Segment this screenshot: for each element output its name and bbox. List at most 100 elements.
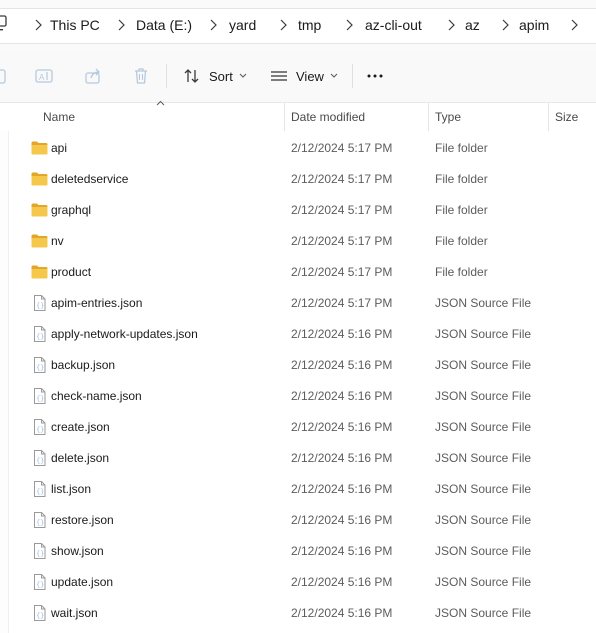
json-file-icon: {} — [34, 388, 46, 404]
folder-icon — [31, 203, 48, 217]
file-name: wait.json — [51, 606, 98, 620]
svg-text:A: A — [39, 73, 45, 82]
file-name: update.json — [51, 575, 114, 589]
file-name: check-name.json — [51, 389, 142, 403]
chevron-right-icon[interactable] — [275, 17, 291, 33]
file-type: File folder — [435, 172, 488, 186]
breadcrumb-item[interactable]: This PC — [50, 16, 100, 34]
rename-icon: A — [35, 69, 53, 83]
chevron-right-icon[interactable] — [205, 17, 221, 33]
date-modified: 2/12/2024 5:16 PM — [291, 606, 393, 620]
file-name: create.json — [51, 420, 110, 434]
svg-text:{}: {} — [36, 519, 44, 526]
column-type[interactable]: Type — [435, 110, 461, 124]
sort-label: Sort — [209, 68, 233, 84]
column-name[interactable]: Name — [43, 110, 75, 124]
list-item[interactable]: {} show.json 2/12/2024 5:16 PM JSON Source … — [0, 536, 596, 567]
json-file-icon: {} — [34, 543, 46, 559]
folder-icon — [31, 141, 48, 155]
breadcrumb-item[interactable]: tmp — [298, 16, 321, 34]
svg-text:{}: {} — [36, 581, 44, 588]
view-button[interactable]: View — [270, 64, 338, 88]
folder-icon — [31, 172, 48, 186]
folder-icon — [31, 265, 48, 279]
date-modified: 2/12/2024 5:17 PM — [291, 265, 393, 279]
list-item[interactable]: graphql 2/12/2024 5:17 PM File folder — [0, 195, 596, 226]
list-item[interactable]: {} backup.json 2/12/2024 5:16 PM JSON Sourc… — [0, 350, 596, 381]
share-icon — [85, 68, 100, 84]
file-type: JSON Source File — [435, 389, 532, 403]
list-item[interactable]: {} apply-network-updates.json 2/12/2024 5:… — [0, 319, 596, 350]
json-file-icon: {} — [34, 326, 46, 342]
share-button[interactable] — [84, 64, 102, 88]
file-list: api 2/12/2024 5:17 PM File folder deletedse… — [0, 133, 596, 629]
chevron-down-icon — [330, 73, 338, 78]
list-item[interactable]: {} update.json 2/12/2024 5:16 PM JSON Sourc… — [0, 567, 596, 598]
list-item[interactable]: {} list.json 2/12/2024 5:16 PM JSON Source … — [0, 474, 596, 505]
file-name: apply-network-updates.json — [51, 327, 198, 341]
svg-text:{}: {} — [36, 488, 44, 495]
this-pc-icon[interactable] — [0, 15, 8, 33]
list-item[interactable]: nv 2/12/2024 5:17 PM File folder — [0, 226, 596, 257]
date-modified: 2/12/2024 5:17 PM — [291, 234, 393, 248]
chevron-right-icon[interactable] — [113, 17, 129, 33]
breadcrumb-item[interactable]: Data (E:) — [136, 16, 192, 34]
list-item[interactable]: {} create.json 2/12/2024 5:16 PM JSON Sourc… — [0, 412, 596, 443]
breadcrumb-item[interactable]: apim — [519, 16, 549, 34]
address-bar: This PC Data (E:) yard tmp az-cli-out az apim — [0, 0, 596, 50]
svg-text:{}: {} — [36, 333, 44, 340]
breadcrumb-item[interactable]: az-cli-out — [365, 16, 422, 34]
date-modified: 2/12/2024 5:16 PM — [291, 358, 393, 372]
breadcrumb-item[interactable]: az — [465, 16, 480, 34]
column-divider[interactable] — [284, 103, 285, 131]
list-item[interactable]: {} wait.json 2/12/2024 5:16 PM JSON Source … — [0, 598, 596, 629]
chevron-right-icon[interactable] — [443, 17, 459, 33]
list-item[interactable]: {} check-name.json 2/12/2024 5:16 PM JSON S… — [0, 381, 596, 412]
svg-text:{}: {} — [36, 395, 44, 402]
list-item[interactable]: api 2/12/2024 5:17 PM File folder — [0, 133, 596, 164]
trash-icon — [135, 68, 147, 84]
file-name: show.json — [51, 544, 104, 558]
date-modified: 2/12/2024 5:16 PM — [291, 451, 393, 465]
sort-button[interactable]: Sort — [183, 64, 247, 88]
column-size[interactable]: Size — [555, 110, 578, 124]
date-modified: 2/12/2024 5:17 PM — [291, 141, 393, 155]
delete-button[interactable] — [133, 64, 149, 88]
list-item[interactable]: deletedservice 2/12/2024 5:17 PM File fold… — [0, 164, 596, 195]
column-date-modified[interactable]: Date modified — [291, 110, 365, 124]
chevron-right-icon[interactable] — [341, 17, 357, 33]
chevron-right-icon[interactable] — [497, 17, 513, 33]
file-name: api — [51, 141, 68, 155]
file-name: graphql — [51, 203, 92, 217]
file-type: JSON Source File — [435, 606, 532, 620]
list-item[interactable]: product 2/12/2024 5:17 PM File folder — [0, 257, 596, 288]
date-modified: 2/12/2024 5:17 PM — [291, 296, 393, 310]
json-file-icon: {} — [34, 295, 46, 311]
file-type: JSON Source File — [435, 451, 532, 465]
chevron-right-icon[interactable] — [30, 17, 46, 33]
file-name: restore.json — [51, 513, 114, 527]
chevron-right-icon[interactable] — [566, 17, 582, 33]
column-divider[interactable] — [548, 103, 549, 131]
command-bar: A Sort View — [0, 50, 596, 103]
copy-button[interactable] — [0, 64, 6, 88]
date-modified: 2/12/2024 5:16 PM — [291, 544, 393, 558]
date-modified: 2/12/2024 5:16 PM — [291, 482, 393, 496]
file-type: JSON Source File — [435, 327, 532, 341]
list-item[interactable]: {} restore.json 2/12/2024 5:16 PM JSON Sour… — [0, 505, 596, 536]
file-name: apim-entries.json — [51, 296, 143, 310]
list-item[interactable]: {} delete.json 2/12/2024 5:16 PM JSON Sourc… — [0, 443, 596, 474]
more-options-button[interactable] — [366, 64, 384, 88]
file-name: nv — [51, 234, 64, 248]
rename-button[interactable]: A — [35, 64, 53, 88]
date-modified: 2/12/2024 5:16 PM — [291, 513, 393, 527]
json-file-icon: {} — [34, 450, 46, 466]
svg-text:{}: {} — [36, 426, 44, 433]
column-divider[interactable] — [428, 103, 429, 131]
file-type: JSON Source File — [435, 544, 532, 558]
view-icon — [271, 71, 287, 81]
list-item[interactable]: {} apim-entries.json 2/12/2024 5:17 PM JSON… — [0, 288, 596, 319]
breadcrumb-item[interactable]: yard — [229, 16, 256, 34]
toolbar-separator — [352, 64, 353, 88]
date-modified: 2/12/2024 5:17 PM — [291, 172, 393, 186]
